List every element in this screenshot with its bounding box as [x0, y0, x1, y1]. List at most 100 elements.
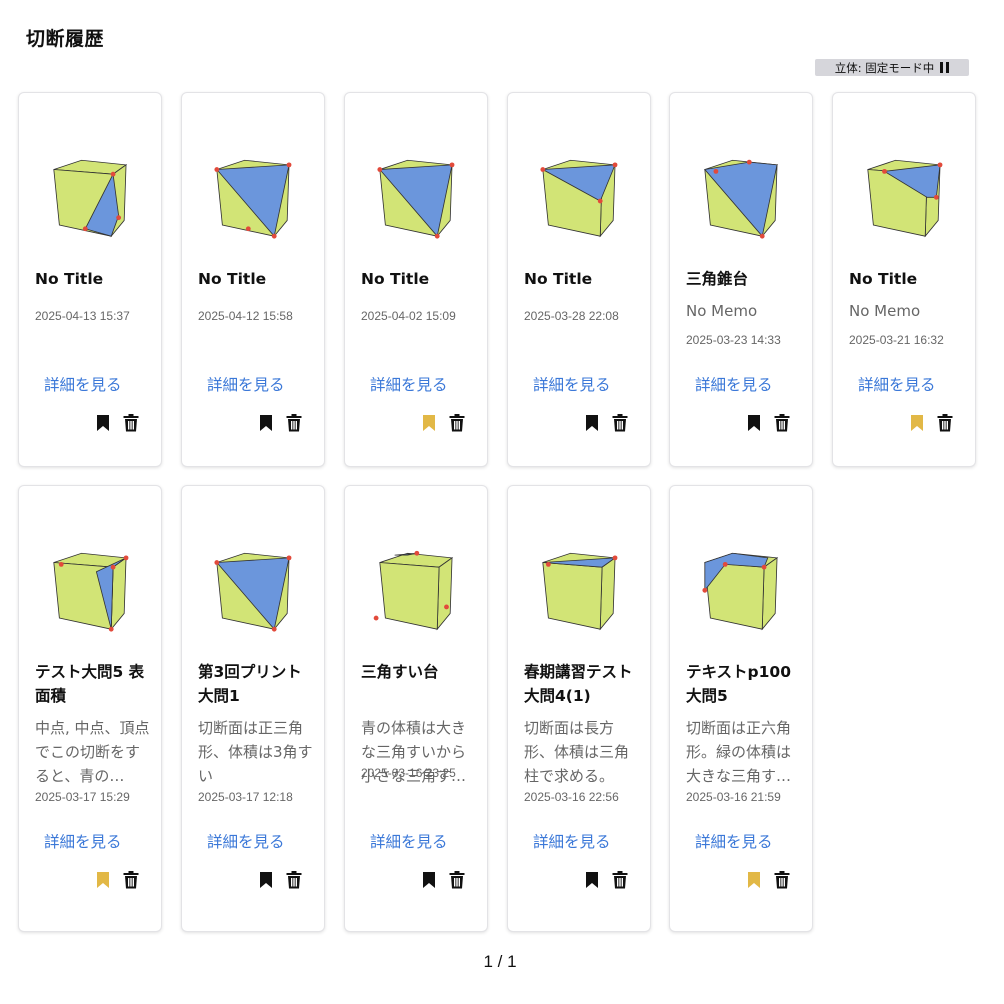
cut-point [597, 198, 603, 204]
solid-mode-toggle[interactable]: 立体: 固定モード中 [815, 59, 969, 76]
cube-thumbnail[interactable] [528, 544, 628, 644]
trash-icon[interactable] [286, 871, 302, 889]
bookmark-icon[interactable] [585, 871, 599, 889]
cut-point [414, 550, 420, 556]
cube-thumbnail[interactable] [690, 151, 790, 251]
history-card[interactable]: 第3回プリント大問1 切断面は正三角形、体積は3角すい 2025-03-17 12:… [181, 485, 325, 932]
card-title: No Title [35, 270, 104, 288]
view-details-link[interactable]: 詳細を見る [44, 830, 122, 852]
cut-point [214, 167, 220, 172]
cut-point [612, 555, 618, 561]
cut-point [245, 226, 251, 232]
card-date: 2025-03-16 22:56 [524, 790, 619, 804]
trash-icon[interactable] [612, 871, 628, 889]
bookmark-icon[interactable] [422, 871, 436, 889]
pause-icon [940, 62, 950, 73]
card-date: 2025-04-02 15:09 [361, 309, 456, 323]
view-details-link[interactable]: 詳細を見る [695, 830, 773, 852]
trash-icon[interactable] [286, 414, 302, 432]
cut-point [545, 561, 551, 567]
trash-icon[interactable] [449, 414, 465, 432]
history-card[interactable]: 春期講習テスト大問4(1) 切断面は長方形、体積は三角柱で求める。 2025-03-… [507, 485, 651, 932]
bookmark-icon[interactable] [259, 871, 273, 889]
history-card[interactable]: テキストp100大問5 切断面は正六角形。緑の体積は大きな三角す… 2025-03-… [669, 485, 813, 932]
bookmark-shape [260, 872, 272, 888]
history-card[interactable]: テスト大問5 表面積 中点, 中点、頂点でこの切断をすると、青の… 2025-03-… [18, 485, 162, 932]
cube-thumbnail[interactable] [202, 151, 302, 251]
card-date: 2025-04-13 15:37 [35, 309, 130, 323]
card-title: No Title [198, 270, 267, 288]
trash-icon[interactable] [774, 871, 790, 889]
cut-point [286, 162, 292, 168]
cube-thumbnail[interactable] [365, 151, 465, 251]
cut-point [82, 226, 88, 232]
trash-icon[interactable] [123, 414, 139, 432]
view-details-link[interactable]: 詳細を見る [44, 373, 122, 395]
view-details-link[interactable]: 詳細を見る [370, 830, 448, 852]
card-memo: 切断面は長方形、体積は三角柱で求める。 [524, 719, 630, 785]
bookmark-shape [97, 415, 109, 431]
view-details-link[interactable]: 詳細を見る [858, 373, 936, 395]
bookmark-icon[interactable] [585, 414, 599, 432]
bookmark-icon[interactable] [747, 871, 761, 889]
bookmark-shape [97, 872, 109, 888]
trash-icon[interactable] [449, 871, 465, 889]
view-details-link[interactable]: 詳細を見る [695, 373, 773, 395]
cut-point [759, 233, 765, 239]
card-title: No Title [524, 270, 593, 288]
view-details-link[interactable]: 詳細を見る [207, 830, 285, 852]
trash-icon[interactable] [612, 414, 628, 432]
trash-icon[interactable] [774, 414, 790, 432]
cube-thumbnail[interactable] [39, 151, 139, 251]
history-card[interactable]: No Title 2025-04-12 15:58 詳細を見る [181, 92, 325, 467]
card-title: テキストp100大問5 [686, 663, 791, 705]
view-details-link[interactable]: 詳細を見る [370, 373, 448, 395]
cube-thumbnail[interactable] [39, 544, 139, 644]
card-title: No Title [361, 270, 430, 288]
history-card[interactable]: 三角すい台 青の体積は大きな三角すいから小さな三角す… 2025-03-16 23:… [344, 485, 488, 932]
cube-front-face [379, 562, 440, 630]
card-title: 三角すい台 [361, 663, 439, 681]
view-details-link[interactable]: 詳細を見る [533, 830, 611, 852]
bookmark-icon[interactable] [910, 414, 924, 432]
cube-thumbnail[interactable] [690, 544, 790, 644]
card-date: 2025-03-17 12:18 [198, 790, 293, 804]
card-memo: 中点, 中点、頂点でこの切断をすると、青の… [35, 719, 150, 785]
cut-point [746, 159, 752, 165]
cut-point [377, 167, 383, 172]
bookmark-icon[interactable] [422, 414, 436, 432]
card-date: 2025-03-17 15:29 [35, 790, 130, 804]
history-card[interactable]: 三角錐台 No Memo 2025-03-23 14:33 詳細を見る [669, 92, 813, 467]
view-details-link[interactable]: 詳細を見る [207, 373, 285, 395]
bookmark-icon[interactable] [747, 414, 761, 432]
cut-point [123, 555, 129, 561]
cube-thumbnail[interactable] [365, 544, 465, 644]
cube-thumbnail[interactable] [853, 151, 953, 251]
trash-icon[interactable] [937, 414, 953, 432]
cube-thumbnail[interactable] [202, 544, 302, 644]
cut-point [58, 561, 64, 567]
history-card[interactable]: No Title 2025-04-13 15:37 詳細を見る [18, 92, 162, 467]
cut-point [612, 162, 618, 168]
card-date: 2025-03-28 22:08 [524, 309, 619, 323]
history-card[interactable]: No Title 2025-03-28 22:08 詳細を見る [507, 92, 651, 467]
bookmark-shape [586, 872, 598, 888]
mode-label: 立体: 固定モード中 [834, 60, 935, 75]
page-title: 切断履歴 [26, 28, 105, 50]
cut-point [933, 194, 939, 200]
cube-front-face [542, 562, 603, 630]
cube-thumbnail[interactable] [528, 151, 628, 251]
cut-point [444, 604, 449, 610]
card-date: 2025-03-16 23:25 [361, 766, 456, 780]
view-details-link[interactable]: 詳細を見る [533, 373, 611, 395]
trash-icon[interactable] [123, 871, 139, 889]
card-date: 2025-03-23 14:33 [686, 333, 781, 347]
bookmark-icon[interactable] [96, 414, 110, 432]
history-card[interactable]: No Title 2025-04-02 15:09 詳細を見る [344, 92, 488, 467]
history-card[interactable]: No Title No Memo 2025-03-21 16:32 詳細を見る [832, 92, 976, 467]
bookmark-icon[interactable] [259, 414, 273, 432]
cut-point [286, 555, 292, 561]
cut-point [108, 626, 114, 632]
card-memo: No Memo [849, 302, 921, 320]
bookmark-icon[interactable] [96, 871, 110, 889]
